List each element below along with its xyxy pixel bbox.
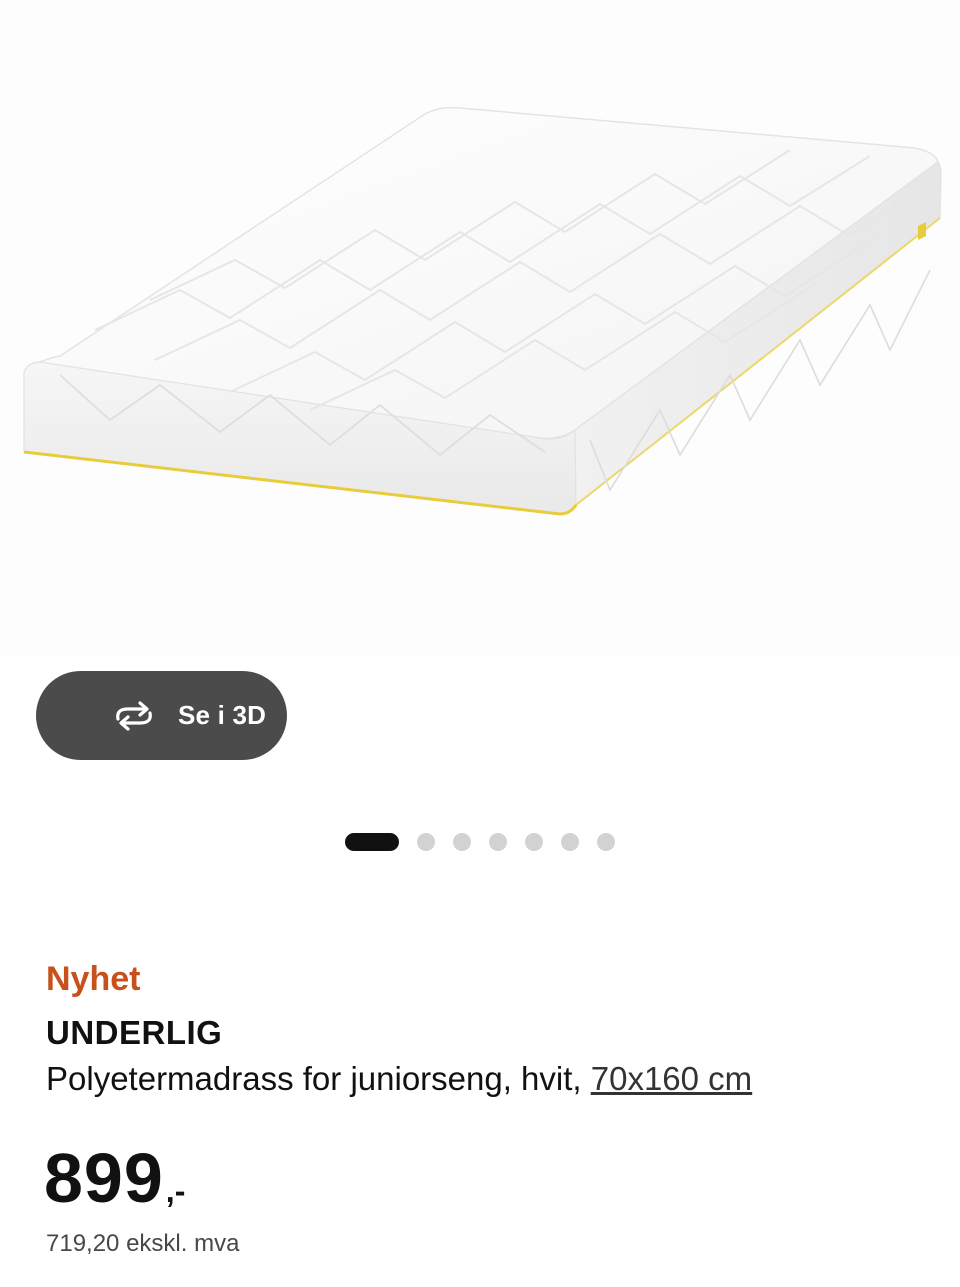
mattress-illustration	[23, 106, 942, 516]
carousel-dot-7[interactable]	[597, 833, 615, 851]
carousel-indicator	[345, 832, 615, 852]
view-3d-label: Se i 3D	[178, 700, 267, 730]
price-suffix: ,-	[165, 1173, 186, 1209]
carousel-dot-4[interactable]	[489, 833, 507, 851]
product-name: UNDERLIG	[46, 1014, 223, 1051]
product-description-text: Polyetermadrass for juniorseng, hvit,	[46, 1060, 591, 1097]
product-description: Polyetermadrass for juniorseng, hvit, 70…	[46, 1060, 752, 1098]
new-badge: Nyhet	[46, 960, 141, 998]
rotate-arrows-icon	[112, 700, 156, 732]
carousel-dot-1[interactable]	[345, 833, 399, 851]
carousel-dot-2[interactable]	[417, 833, 435, 851]
price-amount: 899	[44, 1139, 164, 1217]
carousel-dot-6[interactable]	[561, 833, 579, 851]
price-excl-vat: 719,20 ekskl. mva	[46, 1230, 240, 1257]
product-price: 899 ,-	[44, 1138, 185, 1218]
carousel-dot-3[interactable]	[453, 833, 471, 851]
product-image[interactable]	[0, 0, 960, 655]
carousel-dot-5[interactable]	[525, 833, 543, 851]
size-link[interactable]: 70x160 cm	[591, 1060, 752, 1097]
view-3d-button[interactable]: Se i 3D	[36, 671, 287, 760]
